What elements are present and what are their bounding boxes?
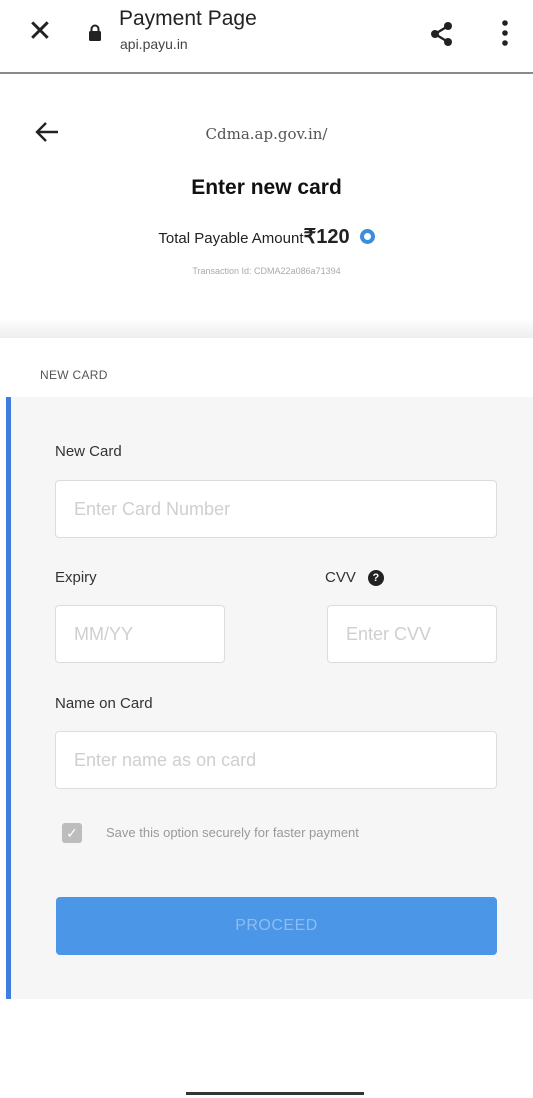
- section-label: NEW CARD: [40, 368, 108, 382]
- merchant-name: Cdma.ap.gov.in/: [205, 125, 328, 143]
- name-on-card-input[interactable]: Enter name as on card: [55, 731, 497, 789]
- lock-icon: [89, 24, 101, 41]
- amount-details-icon[interactable]: [359, 229, 375, 244]
- total-amount-row: Total Payable Amount₹120: [0, 224, 533, 249]
- expiry-label: Expiry: [55, 569, 97, 586]
- card-number-label: New Card: [55, 443, 122, 460]
- browser-url: api.payu.in: [120, 36, 188, 52]
- expiry-input[interactable]: MM/YY: [55, 605, 225, 663]
- save-option-checkbox[interactable]: ✓: [62, 823, 82, 843]
- home-indicator[interactable]: [186, 1092, 364, 1095]
- name-on-card-label: Name on Card: [55, 695, 153, 712]
- browser-page-title: Payment Page: [119, 7, 257, 30]
- cvv-help-icon[interactable]: ?: [367, 570, 384, 586]
- more-options-icon[interactable]: [500, 18, 510, 48]
- proceed-button[interactable]: PROCEED: [56, 897, 497, 955]
- close-icon[interactable]: ✕: [24, 14, 56, 50]
- section-divider: [0, 318, 533, 338]
- cvv-label: CVV: [325, 569, 356, 586]
- transaction-id: Transaction Id: CDMA22a086a71394: [192, 266, 341, 276]
- share-icon[interactable]: [428, 20, 456, 48]
- save-option-label: Save this option securely for faster pay…: [106, 825, 359, 840]
- card-number-input[interactable]: Enter Card Number: [55, 480, 497, 538]
- amount-value: ₹120: [303, 226, 350, 248]
- cvv-input[interactable]: Enter CVV: [327, 605, 497, 663]
- amount-label: Total Payable Amount: [158, 230, 304, 247]
- page-title: Enter new card: [191, 176, 342, 199]
- cvv-label-row: CVV?: [325, 569, 384, 586]
